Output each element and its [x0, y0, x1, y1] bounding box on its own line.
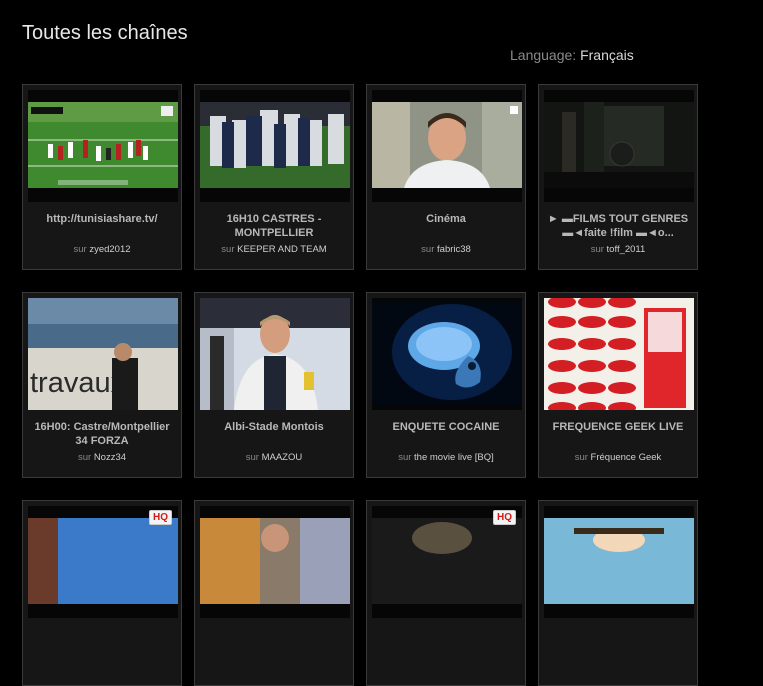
rugby-player-thumbnail-image — [200, 298, 350, 410]
channel-title[interactable]: 16H00: Castre/Montpellier 34 FORZA — [29, 420, 175, 448]
channel-card[interactable]: 16H10 CASTRES - MONTPELLIER sur KEEPER A… — [194, 84, 354, 270]
hq-badge: HQ — [149, 510, 172, 525]
blue-brain-thumbnail-image — [372, 302, 522, 406]
channel-card[interactable]: HQ — [22, 500, 182, 686]
channel-title[interactable]: Cinéma — [373, 212, 519, 226]
channel-thumbnail[interactable] — [544, 298, 694, 410]
svg-text:travaux: travaux — [30, 367, 126, 399]
channel-source: sur zyed2012 — [73, 244, 131, 255]
channel-title[interactable]: 16H10 CASTRES - MONTPELLIER — [201, 212, 347, 240]
language-value[interactable]: Français — [580, 47, 634, 63]
channel-owner[interactable]: Nozz34 — [94, 452, 126, 463]
channel-card[interactable]: http://tunisiashare.tv/ sur zyed2012 — [22, 84, 182, 270]
channel-source: sur toff_2011 — [590, 244, 646, 255]
channel-owner[interactable]: MAAZOU — [262, 452, 303, 463]
channel-thumbnail[interactable]: HQ — [28, 506, 178, 618]
channel-card[interactable]: ► ▬FILMS TOUT GENRES ▬◄faite !film ▬◄o..… — [538, 84, 698, 270]
channel-thumbnail[interactable] — [544, 90, 694, 202]
channel-owner[interactable]: KEEPER AND TEAM — [237, 244, 327, 255]
channel-source: sur the movie live [BQ] — [398, 452, 494, 463]
channel-thumbnail[interactable] — [372, 90, 522, 202]
channel-thumbnail[interactable] — [28, 90, 178, 202]
partial-thumbnail-image — [28, 518, 178, 604]
rugby-field-thumbnail-image — [28, 102, 178, 188]
channel-title[interactable]: ► ▬FILMS TOUT GENRES ▬◄faite !film ▬◄o..… — [545, 212, 691, 240]
page-title: Toutes les chaînes — [22, 22, 188, 44]
channel-owner[interactable]: Fréquence Geek — [591, 452, 662, 463]
channel-owner[interactable]: the movie live [BQ] — [414, 452, 494, 463]
travaux-sign-thumbnail-image: travaux — [28, 298, 178, 410]
channel-thumbnail[interactable] — [200, 90, 350, 202]
channel-card[interactable]: FREQUENCE GEEK LIVE sur Fréquence Geek — [538, 292, 698, 478]
channel-thumbnail[interactable]: travaux — [28, 298, 178, 410]
channel-title[interactable]: Albi-Stade Montois — [201, 420, 347, 434]
channel-thumbnail[interactable]: HQ — [372, 506, 522, 618]
red-logos-thumbnail-image — [544, 298, 694, 410]
channel-thumbnail[interactable] — [200, 506, 350, 618]
channel-owner[interactable]: toff_2011 — [607, 244, 646, 255]
partial-thumbnail-image — [200, 518, 350, 604]
channel-thumbnail[interactable] — [200, 298, 350, 410]
partial-thumbnail-image — [372, 518, 522, 604]
channel-owner[interactable]: zyed2012 — [89, 244, 130, 255]
language-label: Language: — [510, 47, 577, 63]
language-selector[interactable]: Language: Français — [510, 47, 634, 63]
channel-card[interactable] — [538, 500, 698, 686]
channel-source: sur KEEPER AND TEAM — [221, 244, 327, 255]
partial-thumbnail-image — [544, 518, 694, 604]
channel-card[interactable]: Cinéma sur fabric38 — [366, 84, 526, 270]
channel-thumbnail[interactable] — [544, 506, 694, 618]
channel-title[interactable]: ENQUETE COCAINE — [373, 420, 519, 434]
hq-badge: HQ — [493, 510, 516, 525]
channel-source: sur MAAZOU — [245, 452, 303, 463]
channel-title[interactable]: FREQUENCE GEEK LIVE — [545, 420, 691, 434]
dark-room-thumbnail-image — [544, 102, 694, 188]
channel-title[interactable]: http://tunisiashare.tv/ — [29, 212, 175, 226]
channel-thumbnail[interactable] — [372, 298, 522, 410]
channel-card[interactable]: ENQUETE COCAINE sur the movie live [BQ] — [366, 292, 526, 478]
channel-owner[interactable]: fabric38 — [437, 244, 471, 255]
channel-source: sur fabric38 — [421, 244, 471, 255]
channel-card[interactable]: Albi-Stade Montois sur MAAZOU — [194, 292, 354, 478]
channel-source: sur Nozz34 — [77, 452, 127, 463]
channel-card[interactable]: travaux 16H00: Castre/Montpellier 34 FOR… — [22, 292, 182, 478]
man-talking-thumbnail-image — [372, 102, 522, 188]
channel-card[interactable] — [194, 500, 354, 686]
rugby-scrum-thumbnail-image — [200, 102, 350, 188]
channel-source: sur Fréquence Geek — [574, 452, 662, 463]
channel-card[interactable]: HQ — [366, 500, 526, 686]
